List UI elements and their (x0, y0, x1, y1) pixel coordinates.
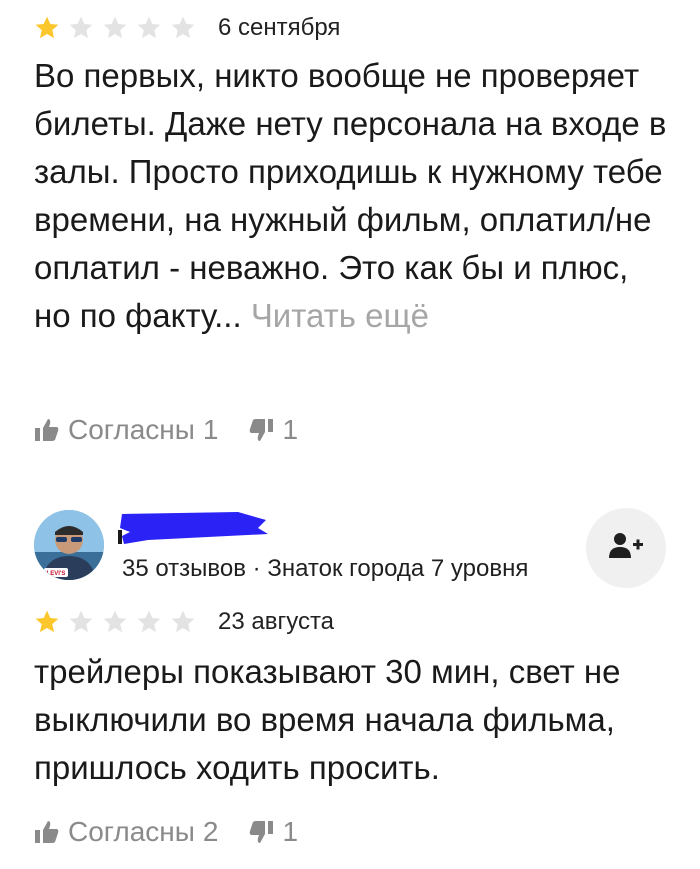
disagree-count: 1 (282, 816, 299, 847)
star-icon (34, 15, 60, 41)
agree-button[interactable]: Согласны 1 (34, 414, 218, 446)
thumbs-down-icon (248, 417, 274, 443)
review-actions: Согласны 1 1 (34, 414, 298, 446)
disagree-count: 1 (282, 414, 299, 445)
star-icon (102, 15, 128, 41)
rating-row: 23 августа (34, 608, 334, 636)
star-icon (136, 609, 162, 635)
disagree-button[interactable]: 1 (248, 414, 298, 446)
author-header: LEVI'S 35 отзывов · Знаток города 7 уров… (0, 505, 700, 588)
author-name-redacted[interactable] (118, 510, 268, 546)
thumbs-down-icon (248, 819, 274, 845)
review-actions: Согласны 2 1 (34, 816, 298, 848)
star-rating (34, 15, 196, 41)
agree-button[interactable]: Согласны 2 (34, 816, 218, 848)
star-icon (34, 609, 60, 635)
star-icon (170, 15, 196, 41)
avatar-badge-text: LEVI'S (47, 571, 66, 577)
star-rating (34, 609, 196, 635)
review-date: 6 сентября (218, 14, 341, 41)
agree-label: Согласны (68, 816, 195, 847)
subscribe-button[interactable] (586, 508, 666, 588)
avatar[interactable]: LEVI'S (34, 510, 104, 580)
review-body: Во первых, никто вообще не проверяет бил… (34, 57, 667, 334)
agree-count: 1 (202, 414, 219, 445)
star-icon (68, 15, 94, 41)
disagree-button[interactable]: 1 (248, 816, 298, 848)
review-body: трейлеры показывают 30 мин, свет не выкл… (34, 653, 621, 786)
review-text: трейлеры показывают 30 мин, свет не выкл… (34, 648, 674, 792)
read-more-link[interactable]: Читать ещё (251, 297, 429, 334)
star-icon (170, 609, 196, 635)
agree-label: Согласны (68, 414, 195, 445)
author-meta: 35 отзывов · Знаток города 7 уровня (122, 555, 529, 582)
star-icon (102, 609, 128, 635)
agree-count: 2 (202, 816, 219, 847)
star-icon (68, 609, 94, 635)
thumbs-up-icon (34, 417, 60, 443)
review-text: Во первых, никто вообще не проверяет бил… (34, 52, 674, 340)
rating-row: 6 сентября (34, 14, 340, 42)
thumbs-up-icon (34, 819, 60, 845)
review-date: 23 августа (218, 608, 335, 635)
add-user-icon (608, 532, 644, 565)
star-icon (136, 15, 162, 41)
